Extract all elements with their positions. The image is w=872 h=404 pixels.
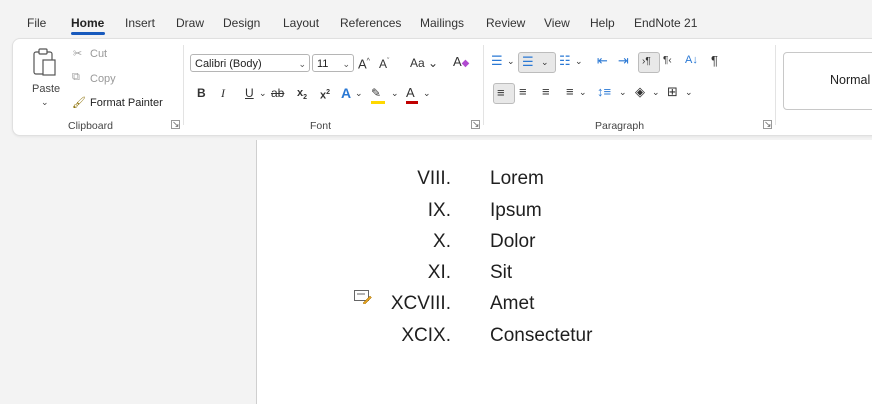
chevron-down-icon: ⌄: [342, 59, 350, 69]
format-painter-icon: 🖌: [72, 97, 86, 109]
list-item-number: IX.: [427, 200, 451, 221]
menu-home[interactable]: Home: [71, 16, 104, 30]
list-item-text[interactable]: Amet: [490, 293, 534, 315]
line-spacing-icon[interactable]: ↕≡: [597, 84, 611, 100]
ltr-button[interactable]: ›¶: [638, 52, 660, 73]
cut-icon: ✂: [73, 48, 83, 60]
align-center-icon[interactable]: ≡: [519, 84, 527, 100]
style-normal-label: Normal: [830, 73, 871, 87]
menu-layout[interactable]: Layout: [283, 16, 319, 30]
separator: [183, 45, 184, 125]
list-item-text[interactable]: Ipsum: [490, 200, 542, 222]
menu-references[interactable]: References: [340, 16, 401, 30]
highlight-color-icon[interactable]: ✎: [371, 85, 385, 104]
ltr-icon: ›¶: [642, 56, 651, 67]
list-item-text[interactable]: Lorem: [490, 168, 544, 190]
list-item-text[interactable]: Dolor: [490, 231, 535, 253]
underline-icon[interactable]: U: [245, 85, 254, 101]
decrease-indent-icon[interactable]: ⇤: [597, 53, 608, 69]
borders-icon[interactable]: ⊞: [667, 84, 678, 100]
strikethrough-icon[interactable]: ab: [271, 85, 284, 101]
font-name-value: Calibri (Body): [195, 58, 262, 70]
copy-icon: ⧉: [72, 71, 80, 83]
chevron-down-icon[interactable]: ⌄: [652, 84, 660, 100]
paragraph-launcher-icon[interactable]: ↘: [763, 120, 772, 129]
style-normal[interactable]: Normal: [783, 52, 872, 110]
list-item-number: X.: [433, 231, 451, 252]
clipboard-group-label: Clipboard: [68, 120, 113, 132]
chevron-down-icon: ⌄: [541, 57, 549, 67]
paragraph-group-label: Paragraph: [595, 120, 645, 132]
subscript-icon[interactable]: x2: [297, 85, 307, 106]
align-left-button[interactable]: ≡: [493, 83, 515, 104]
list-item-number: XCVIII.: [390, 293, 451, 314]
copy-button[interactable]: Copy: [90, 73, 116, 85]
ribbon: Paste ⌄ ✂ Cut ⧉ Copy 🖌 Format Painter Cl…: [12, 38, 872, 136]
rtl-icon[interactable]: ¶‹: [663, 53, 672, 69]
font-color-icon[interactable]: A: [406, 85, 418, 104]
menu-view[interactable]: View: [544, 16, 570, 30]
font-size-combo[interactable]: 11 ⌄: [312, 54, 354, 72]
list-item-number: XI.: [427, 262, 451, 283]
justify-icon[interactable]: ≡: [566, 84, 574, 100]
format-painter-button[interactable]: Format Painter: [90, 97, 163, 109]
paste-icon: [33, 48, 56, 76]
menu-help[interactable]: Help: [590, 16, 615, 30]
chevron-down-icon: ⌄: [298, 59, 306, 69]
shading-icon[interactable]: ◈: [635, 84, 645, 100]
increase-indent-icon[interactable]: ⇥: [618, 53, 629, 69]
menu-bar: File Home Insert Draw Design Layout Refe…: [0, 0, 872, 36]
multilevel-list-icon[interactable]: ☷: [559, 53, 571, 69]
sort-icon[interactable]: A↓: [685, 52, 698, 68]
align-right-icon[interactable]: ≡: [542, 84, 550, 100]
menu-design[interactable]: Design: [223, 16, 260, 30]
separator: [775, 45, 776, 125]
list-item-number: XCIX.: [401, 325, 451, 346]
paste-label: Paste: [32, 83, 61, 95]
clear-formatting-icon[interactable]: A◆: [453, 54, 469, 72]
menu-draw[interactable]: Draw: [176, 16, 204, 30]
cut-button[interactable]: Cut: [90, 48, 107, 60]
chevron-down-icon[interactable]: ⌄: [259, 85, 267, 101]
list-item-text[interactable]: Sit: [490, 262, 512, 284]
list-item-text[interactable]: Consectetur: [490, 325, 592, 347]
chevron-down-icon[interactable]: ⌄: [391, 85, 399, 101]
paste-dropdown-icon[interactable]: ⌄: [41, 97, 49, 108]
font-name-combo[interactable]: Calibri (Body) ⌄: [190, 54, 310, 72]
separator: [483, 45, 484, 125]
active-tab-indicator: [71, 32, 105, 35]
menu-insert[interactable]: Insert: [125, 16, 155, 30]
font-group-label: Font: [310, 120, 332, 132]
chevron-down-icon[interactable]: ⌄: [619, 84, 627, 100]
grow-font-icon[interactable]: A^: [358, 54, 370, 72]
bold-icon[interactable]: B: [197, 85, 206, 101]
show-marks-icon[interactable]: ¶: [711, 53, 718, 69]
left-margin-area: [12, 140, 257, 404]
change-case-label: Aa: [410, 56, 425, 70]
text-effects-icon[interactable]: A: [341, 85, 351, 101]
menu-file[interactable]: File: [27, 16, 46, 30]
align-left-icon: ≡: [497, 85, 505, 100]
font-launcher-icon[interactable]: ↘: [471, 120, 480, 129]
chevron-down-icon[interactable]: ⌄: [579, 84, 587, 100]
italic-icon[interactable]: I: [221, 85, 225, 101]
chevron-down-icon[interactable]: ⌄: [423, 85, 431, 101]
numbering-button[interactable]: ☰ ⌄: [518, 52, 556, 73]
chevron-down-icon[interactable]: ⌄: [575, 53, 583, 69]
chevron-down-icon[interactable]: ⌄: [685, 84, 693, 100]
change-case-button[interactable]: Aa ⌄: [410, 55, 438, 71]
menu-review[interactable]: Review: [486, 16, 525, 30]
bullets-icon[interactable]: ☰: [491, 53, 503, 69]
menu-mailings[interactable]: Mailings: [420, 16, 464, 30]
chevron-down-icon[interactable]: ⌄: [355, 85, 363, 101]
menu-endnote[interactable]: EndNote 21: [634, 16, 697, 30]
numbering-icon: ☰: [522, 54, 534, 69]
chevron-down-icon[interactable]: ⌄: [507, 53, 515, 69]
shrink-font-icon[interactable]: Aˇ: [379, 54, 389, 72]
list-item-number: VIII.: [417, 168, 451, 189]
superscript-icon[interactable]: x2: [320, 85, 330, 104]
font-size-value: 11: [317, 58, 329, 70]
document-page[interactable]: VIII. Lorem IX. Ipsum X. Dolor XI. Sit X…: [257, 140, 872, 404]
clipboard-launcher-icon[interactable]: ↘: [171, 120, 180, 129]
